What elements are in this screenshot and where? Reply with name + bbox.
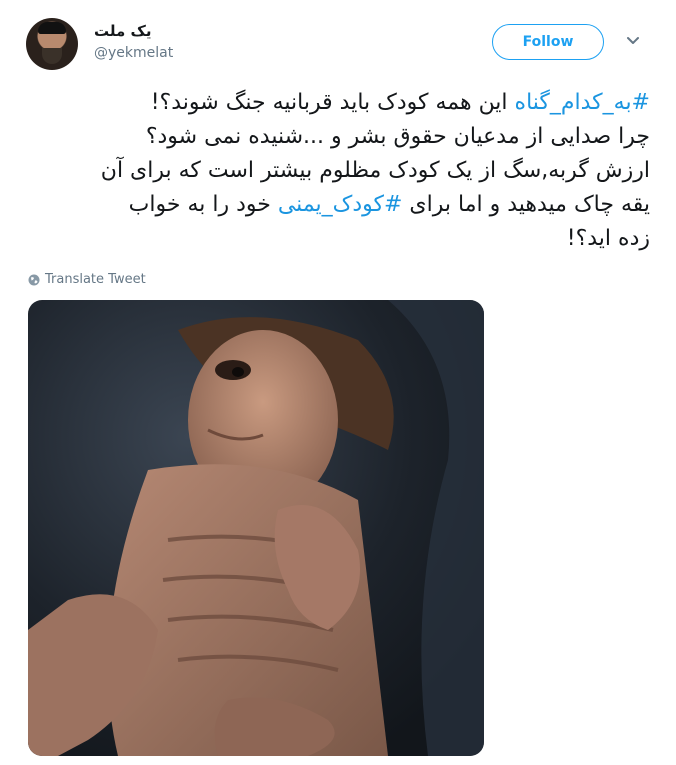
tweet-line-text: یقه چاک میدهید و اما برای bbox=[402, 192, 650, 217]
tweet-line: چرا صدایی از مدعیان حقوق بشر و ...شنیده … bbox=[28, 120, 650, 154]
tweet-text: #به_کدام_گناه این همه کودک باید قربانیه … bbox=[28, 86, 650, 256]
tweet-line-text: چرا صدایی از مدعیان حقوق بشر و ...شنیده … bbox=[145, 124, 650, 149]
avatar[interactable] bbox=[26, 18, 78, 70]
chevron-down-icon[interactable] bbox=[626, 36, 640, 46]
follow-button[interactable]: Follow bbox=[492, 24, 604, 60]
user-handle[interactable]: @yekmelat bbox=[94, 45, 173, 61]
tweet-line: ارزش گربه,سگ از یک کودک مظلوم بیشتر است … bbox=[28, 154, 650, 188]
globe-icon bbox=[28, 274, 40, 285]
translate-tweet-link[interactable]: Translate Tweet bbox=[28, 272, 146, 287]
tweet-line: یقه چاک میدهید و اما برای #کودک_یمنی خود… bbox=[28, 188, 650, 222]
hashtag-link[interactable]: #به_کدام_گناه bbox=[515, 90, 650, 115]
tweet-line: #به_کدام_گناه این همه کودک باید قربانیه … bbox=[28, 86, 650, 120]
tweet-line-text: خود را به خواب bbox=[128, 192, 278, 217]
tweet-line-text: ارزش گربه,سگ از یک کودک مظلوم بیشتر است … bbox=[100, 158, 650, 183]
tweet-line-text: زده اید؟! bbox=[566, 226, 650, 251]
display-name[interactable]: یک ملت bbox=[94, 22, 152, 40]
tweet-photo[interactable] bbox=[28, 300, 484, 756]
avatar-turban bbox=[38, 22, 66, 34]
tweet-line-text: این همه کودک باید قربانیه جنگ شوند؟! bbox=[150, 90, 515, 115]
avatar-beard bbox=[42, 48, 62, 64]
photo bbox=[28, 300, 484, 756]
hashtag-link[interactable]: #کودک_یمنی bbox=[278, 192, 403, 217]
tweet-card: یک ملت @yekmelat Follow #به_کدام_گناه ای… bbox=[0, 0, 676, 765]
tweet-line: زده اید؟! bbox=[28, 222, 650, 256]
translate-label: Translate Tweet bbox=[45, 272, 146, 287]
